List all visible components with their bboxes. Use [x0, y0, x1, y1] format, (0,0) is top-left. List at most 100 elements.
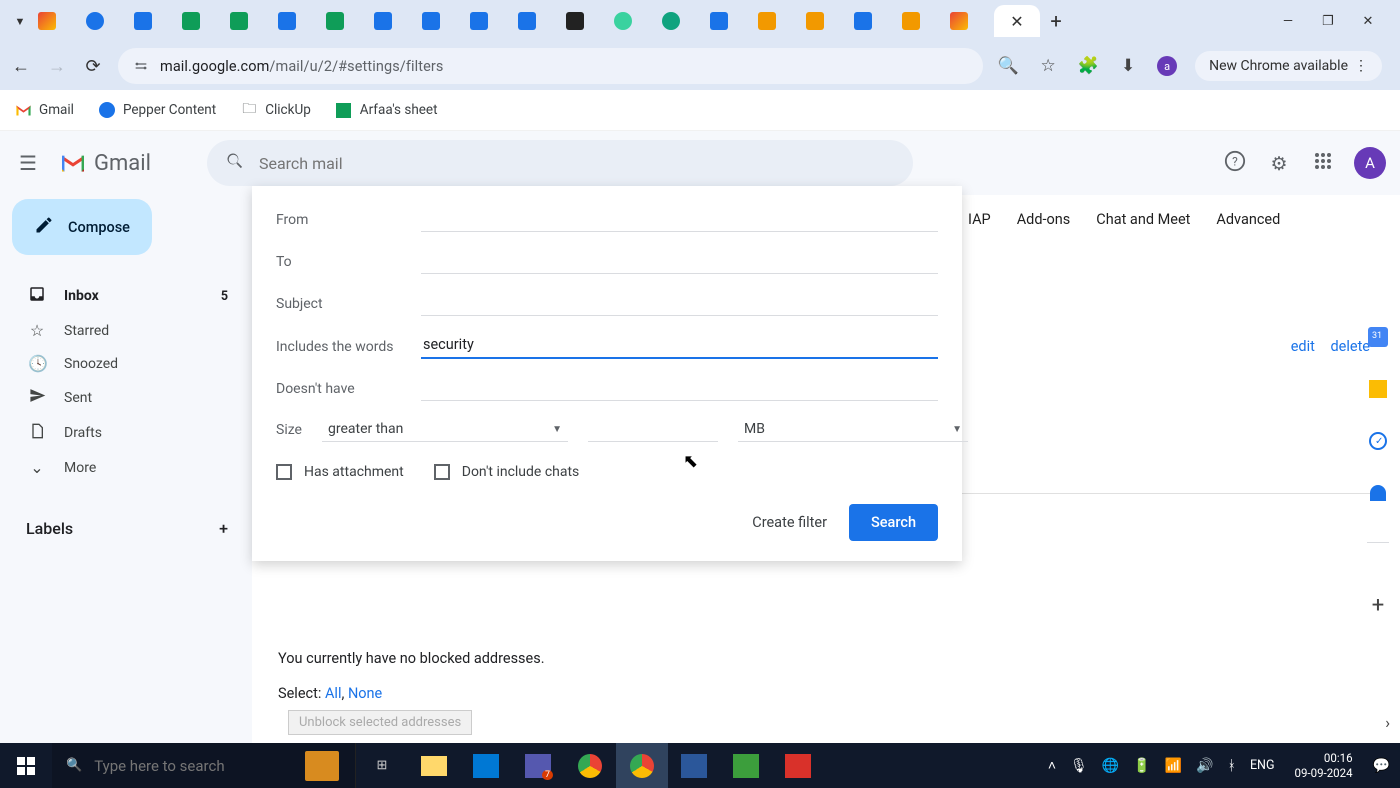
back-icon[interactable]: ←	[10, 56, 32, 77]
reload-icon[interactable]: ⟳	[82, 56, 104, 77]
volume-icon[interactable]: 🔊	[1196, 758, 1213, 774]
extensions-icon[interactable]: 🧩	[1077, 56, 1099, 76]
close-icon[interactable]: ✕	[1010, 12, 1023, 31]
tab-11[interactable]	[514, 6, 560, 36]
taskbar-app-outlook[interactable]	[460, 743, 512, 788]
tab-chatmeet[interactable]: Chat and Meet	[1096, 211, 1190, 228]
size-operator-select[interactable]: greater than ▼	[322, 417, 568, 442]
bookmark-star-icon[interactable]: ☆	[1037, 56, 1059, 76]
help-icon[interactable]: ?	[1222, 150, 1248, 177]
tasks-icon[interactable]: ✓	[1367, 430, 1389, 452]
doesnt-input[interactable]	[421, 375, 938, 401]
add-label-icon[interactable]: +	[219, 519, 228, 538]
bookmark-pepper[interactable]: Pepper Content	[98, 101, 216, 119]
bluetooth-icon[interactable]: ᚼ	[1228, 758, 1236, 774]
url-field[interactable]: mail.google.com/mail/u/2/#settings/filte…	[118, 48, 983, 84]
taskbar-app-teams[interactable]: 7	[512, 743, 564, 788]
close-window-icon[interactable]: ✕	[1358, 14, 1378, 29]
wifi-icon[interactable]: 📶	[1165, 758, 1182, 774]
select-none-link[interactable]: None	[348, 685, 382, 702]
profile-avatar-small[interactable]: a	[1157, 56, 1177, 76]
tab-imap[interactable]: IAP	[968, 211, 991, 228]
tab-9[interactable]	[418, 6, 464, 36]
tab-13[interactable]	[610, 6, 656, 36]
tab-15[interactable]	[706, 6, 752, 36]
taskbar-app-explorer[interactable]	[408, 743, 460, 788]
battery-icon[interactable]: 🔋	[1133, 758, 1150, 774]
chrome-update-button[interactable]: New Chrome available ⋮	[1195, 51, 1382, 81]
sidebar-item-more[interactable]: ⌄ More	[8, 452, 244, 483]
create-filter-link[interactable]: Create filter	[752, 514, 827, 531]
tab-17[interactable]	[802, 6, 848, 36]
tabs-dropdown-icon[interactable]: ▼	[8, 15, 32, 28]
tab-active[interactable]: ✕	[994, 5, 1040, 37]
includes-input[interactable]	[421, 332, 938, 359]
tab-gmail[interactable]	[34, 6, 80, 36]
bookmark-arfaa[interactable]: Arfaa's sheet	[335, 101, 438, 119]
compose-button[interactable]: Compose	[12, 199, 152, 255]
tab-5[interactable]	[226, 6, 272, 36]
no-chats-checkbox[interactable]: Don't include chats	[434, 464, 580, 480]
tab-19[interactable]	[898, 6, 944, 36]
size-unit-select[interactable]: MB ▼	[738, 417, 968, 442]
search-icon[interactable]	[225, 151, 245, 176]
add-apps-icon[interactable]: +	[1372, 593, 1384, 618]
tab-6[interactable]	[274, 6, 320, 36]
edit-link[interactable]: edit	[1291, 338, 1315, 355]
tab-14[interactable]	[658, 6, 704, 36]
select-all-link[interactable]: All	[325, 685, 342, 702]
language-indicator[interactable]: ENG	[1250, 758, 1275, 773]
sidebar-item-starred[interactable]: ☆ Starred	[8, 315, 244, 346]
globe-icon[interactable]: 🌐	[1102, 758, 1119, 774]
tray-chevron-icon[interactable]: ˄	[1048, 757, 1056, 774]
tab-7[interactable]	[322, 6, 368, 36]
taskbar-app-word[interactable]	[668, 743, 720, 788]
start-button[interactable]	[0, 743, 52, 788]
from-input[interactable]	[421, 206, 938, 232]
sidebar-item-inbox[interactable]: Inbox 5	[8, 279, 244, 313]
taskbar-search[interactable]: 🔍	[52, 743, 356, 788]
keep-icon[interactable]	[1367, 378, 1389, 400]
contacts-icon[interactable]	[1367, 482, 1389, 504]
notification-icon[interactable]: 💬	[1373, 758, 1390, 774]
maximize-icon[interactable]: ❐	[1318, 14, 1338, 29]
tab-2[interactable]	[82, 6, 128, 36]
settings-gear-icon[interactable]: ⚙	[1266, 152, 1292, 175]
tab-16[interactable]	[754, 6, 800, 36]
sidebar-item-sent[interactable]: Sent	[8, 381, 244, 414]
taskbar-app-chrome1[interactable]	[564, 743, 616, 788]
site-info-icon[interactable]	[132, 57, 150, 75]
calendar-icon[interactable]: 31	[1367, 326, 1389, 348]
size-value-input[interactable]	[588, 426, 718, 442]
subject-input[interactable]	[421, 290, 938, 316]
task-view-icon[interactable]: ⊞	[356, 743, 408, 788]
hamburger-icon[interactable]: ☰	[14, 151, 42, 175]
downloads-icon[interactable]: ⬇	[1117, 56, 1139, 76]
new-tab-icon[interactable]: +	[1042, 9, 1070, 33]
tab-8[interactable]	[370, 6, 416, 36]
taskbar-app-camtasia1[interactable]	[720, 743, 772, 788]
sidebar-item-drafts[interactable]: Drafts	[8, 416, 244, 450]
minimize-icon[interactable]: —	[1278, 14, 1298, 29]
search-button[interactable]: Search	[849, 504, 938, 541]
tab-12[interactable]	[562, 6, 608, 36]
taskbar-app-camtasia2[interactable]	[772, 743, 824, 788]
bookmark-clickup[interactable]: 🗀 ClickUp	[240, 101, 311, 119]
unblock-button[interactable]: Unblock selected addresses	[288, 710, 472, 735]
has-attachment-checkbox[interactable]: Has attachment	[276, 464, 404, 480]
tab-4[interactable]	[178, 6, 224, 36]
to-input[interactable]	[421, 248, 938, 274]
clock[interactable]: 00:16 09-09-2024	[1289, 751, 1359, 780]
search-bar[interactable]	[207, 140, 913, 186]
tab-3[interactable]	[130, 6, 176, 36]
tab-10[interactable]	[466, 6, 512, 36]
collapse-panel-icon[interactable]: ›	[1385, 713, 1390, 732]
mic-icon[interactable]: 🎙	[1070, 758, 1088, 774]
bookmark-gmail[interactable]: Gmail	[14, 101, 74, 119]
forward-icon[interactable]: →	[46, 56, 68, 77]
sidebar-item-snoozed[interactable]: 🕓 Snoozed	[8, 348, 244, 379]
tab-advanced[interactable]: Advanced	[1216, 211, 1280, 228]
tab-addons[interactable]: Add-ons	[1017, 211, 1071, 228]
taskbar-search-input[interactable]	[94, 757, 293, 775]
taskbar-app-chrome2[interactable]	[616, 743, 668, 788]
